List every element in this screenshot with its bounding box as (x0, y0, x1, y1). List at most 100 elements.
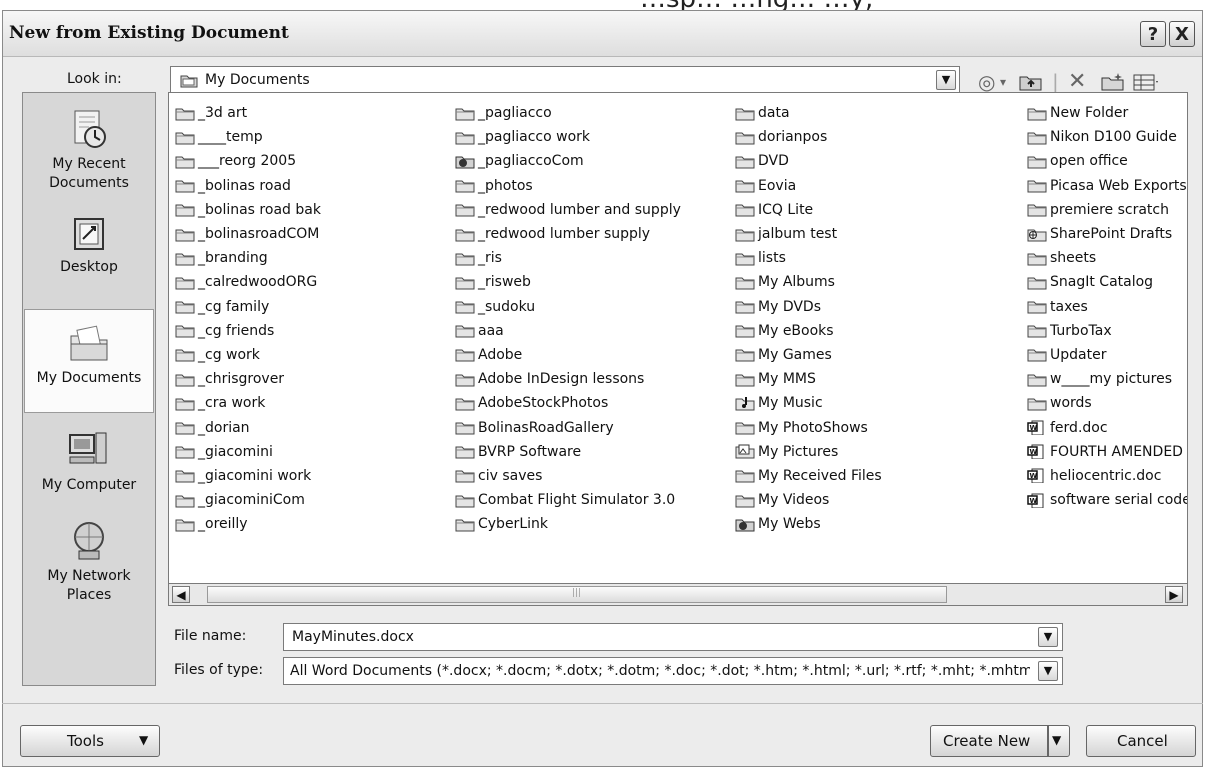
folder-item[interactable]: _bolinas road (175, 174, 321, 198)
chevron-down-icon[interactable]: ▼ (936, 70, 956, 90)
folder-item[interactable]: My Pictures (735, 440, 882, 464)
folder-item[interactable]: Adobe (455, 343, 681, 367)
folder-item[interactable]: jalbum test (735, 222, 882, 246)
file-name-combo[interactable]: MayMinutes.docx ▼ (283, 623, 1063, 651)
cancel-button[interactable]: Cancel (1086, 725, 1196, 757)
folder-item[interactable]: SharePoint Drafts (1027, 222, 1187, 246)
document-item[interactable]: Wheliocentric.doc (1027, 464, 1187, 488)
folder-item[interactable]: _pagliacco (455, 101, 681, 125)
scroll-thumb[interactable]: ||| (207, 586, 947, 603)
delete-icon[interactable]: ✕ (1068, 70, 1086, 94)
folder-item[interactable]: BVRP Software (455, 440, 681, 464)
folder-item[interactable]: words (1027, 391, 1187, 415)
scroll-left-button[interactable]: ◀ (172, 586, 190, 603)
folder-item[interactable]: _bolinas road bak (175, 198, 321, 222)
folder-item[interactable]: My Videos (735, 488, 882, 512)
close-button[interactable]: X (1169, 21, 1195, 47)
place-desktop[interactable]: Desktop (23, 215, 155, 275)
back-icon[interactable]: ◎ (978, 70, 995, 94)
folder-item[interactable]: _dorian (175, 415, 321, 439)
folder-item[interactable]: Adobe InDesign lessons (455, 367, 681, 391)
folder-item[interactable]: data (735, 101, 882, 125)
folder-item[interactable]: dorianpos (735, 125, 882, 149)
file-list[interactable]: _3d art ____temp ___reorg 2005 _bolinas roa… (168, 92, 1188, 584)
folder-item[interactable]: Nikon D100 Guide (1027, 125, 1187, 149)
folder-item[interactable]: w____my pictures (1027, 367, 1187, 391)
folder-item[interactable]: _giacomini work (175, 464, 321, 488)
chevron-down-icon[interactable]: ▼ (1038, 627, 1058, 647)
place-my-recent-documents[interactable]: My Recent Documents (23, 107, 155, 193)
folder-item[interactable]: My Music (735, 391, 882, 415)
folder-item[interactable]: _ris (455, 246, 681, 270)
folder-item[interactable]: open office (1027, 149, 1187, 173)
folder-item[interactable]: taxes (1027, 295, 1187, 319)
folder-folder-icon (1027, 325, 1047, 338)
tools-button[interactable]: Tools ▼ (20, 725, 160, 757)
folder-item[interactable]: CyberLink (455, 512, 681, 536)
folder-item[interactable]: My Games (735, 343, 882, 367)
folder-item[interactable]: TurboTax (1027, 319, 1187, 343)
place-my-network-places[interactable]: My Network Places (23, 517, 155, 605)
folder-item[interactable]: _photos (455, 174, 681, 198)
look-in-combo[interactable]: My Documents ▼ (170, 66, 960, 94)
folder-item[interactable]: Updater (1027, 343, 1187, 367)
folder-item[interactable]: _bolinasroadCOM (175, 222, 321, 246)
folder-item[interactable]: _giacomini (175, 440, 321, 464)
folder-item[interactable]: _chrisgrover (175, 367, 321, 391)
chevron-down-icon[interactable]: ▼ (1038, 661, 1058, 681)
folder-item[interactable]: _calredwoodORG (175, 270, 321, 294)
folder-item[interactable]: _redwood lumber supply (455, 222, 681, 246)
folder-item[interactable]: Combat Flight Simulator 3.0 (455, 488, 681, 512)
folder-item[interactable]: My MMS (735, 367, 882, 391)
folder-item[interactable]: aaa (455, 319, 681, 343)
scroll-right-button[interactable]: ▶ (1165, 586, 1183, 603)
folder-item[interactable]: _3d art (175, 101, 321, 125)
folder-item[interactable]: DVD (735, 149, 882, 173)
place-my-documents[interactable]: My Documents (24, 309, 154, 413)
folder-item[interactable]: _giacominiCom (175, 488, 321, 512)
folder-item[interactable]: _sudoku (455, 295, 681, 319)
folder-item[interactable]: sheets (1027, 246, 1187, 270)
folder-item[interactable]: Eovia (735, 174, 882, 198)
folder-item[interactable]: ____temp (175, 125, 321, 149)
views-icon[interactable] (1132, 72, 1160, 92)
folder-item[interactable]: _pagliaccoCom (455, 149, 681, 173)
folder-item[interactable]: _cg friends (175, 319, 321, 343)
folder-item[interactable]: ICQ Lite (735, 198, 882, 222)
folder-item[interactable]: lists (735, 246, 882, 270)
new-folder-icon[interactable] (1100, 72, 1126, 92)
folder-item[interactable]: civ saves (455, 464, 681, 488)
folder-item[interactable]: AdobeStockPhotos (455, 391, 681, 415)
file-type-combo[interactable]: All Word Documents (*.docx; *.docm; *.do… (283, 657, 1063, 685)
create-new-dropdown[interactable]: ▼ (1048, 725, 1070, 757)
document-item[interactable]: W FOURTH AMENDED (1027, 440, 1187, 464)
folder-item[interactable]: My Albums (735, 270, 882, 294)
place-my-computer[interactable]: My Computer (23, 429, 155, 493)
document-item[interactable]: Wferd.doc (1027, 415, 1187, 439)
folder-item[interactable]: _branding (175, 246, 321, 270)
folder-item[interactable]: _cg family (175, 295, 321, 319)
folder-item[interactable]: SnagIt Catalog (1027, 270, 1187, 294)
folder-item[interactable]: _risweb (455, 270, 681, 294)
folder-item[interactable]: My eBooks (735, 319, 882, 343)
folder-item[interactable]: _cg work (175, 343, 321, 367)
create-new-button[interactable]: Create New (930, 725, 1048, 757)
folder-item[interactable]: My PhotoShows (735, 415, 882, 439)
folder-item[interactable]: BolinasRoadGallery (455, 415, 681, 439)
folder-item[interactable]: My Webs (735, 512, 882, 536)
folder-item[interactable]: _oreilly (175, 512, 321, 536)
folder-item[interactable]: New Folder (1027, 101, 1187, 125)
folder-item[interactable]: My Received Files (735, 464, 882, 488)
horizontal-scrollbar[interactable]: ◀ ||| ▶ (168, 584, 1188, 606)
folder-item[interactable]: My DVDs (735, 295, 882, 319)
help-button[interactable]: ? (1140, 21, 1166, 47)
folder-item[interactable]: premiere scratch (1027, 198, 1187, 222)
document-item[interactable]: Wsoftware serial codes (1027, 488, 1187, 512)
folder-item[interactable]: _redwood lumber and supply (455, 198, 681, 222)
back-dropdown-icon[interactable]: ▾ (1000, 70, 1006, 94)
folder-item[interactable]: _pagliacco work (455, 125, 681, 149)
folder-item[interactable]: _cra work (175, 391, 321, 415)
folder-item[interactable]: Picasa Web Exports (1027, 174, 1187, 198)
up-folder-icon[interactable] (1018, 72, 1044, 92)
folder-item[interactable]: ___reorg 2005 (175, 149, 321, 173)
